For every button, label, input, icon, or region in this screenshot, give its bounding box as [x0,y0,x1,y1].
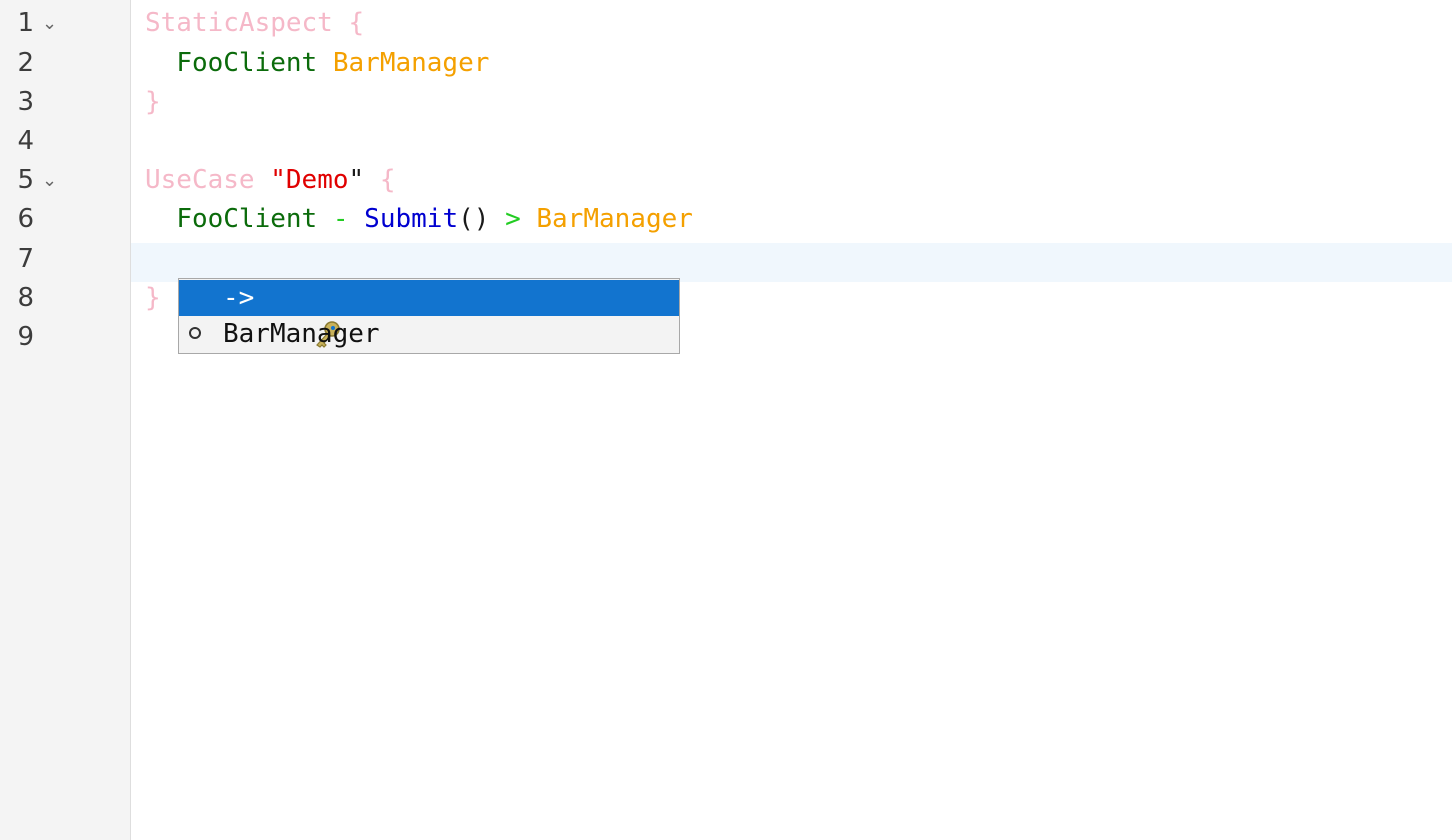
line-number: 2 [17,48,34,78]
keyword-token: StaticAspect [145,8,333,38]
current-line-highlight [131,243,1452,282]
code-line-8[interactable]: } [145,279,161,318]
autocomplete-item-label: BarManager [223,319,380,349]
code-editor[interactable]: 1 ⌄ 2 3 4 5 ⌄ 6 7 8 9 StaticAspect { Foo… [0,0,1452,840]
line-number: 1 [17,8,34,38]
quote-token: " [348,165,365,195]
autocomplete-item-label: -> [223,283,255,313]
line-number-gutter: 1 ⌄ 2 3 4 5 ⌄ 6 7 8 9 [0,0,131,840]
method-token: Submit [364,204,459,234]
line-number: 5 [17,165,34,195]
brace-token: { [348,8,365,38]
quote-token: " [270,165,286,195]
fold-chevron-icon[interactable]: ⌄ [42,161,57,200]
parens-token: () [458,204,490,234]
autocomplete-item-barmanager[interactable]: BarManager [179,316,679,352]
identifier-token: FooClient [176,48,318,78]
line-number: 4 [17,126,34,156]
brace-token: { [379,165,396,195]
line-number: 8 [17,283,34,313]
autocomplete-popup: -> BarManager [178,278,680,354]
code-area[interactable]: StaticAspect { FooClient BarManager } Us… [131,0,1452,840]
identifier-token: BarManager [332,48,490,78]
identifier-token: FooClient [176,204,318,234]
fold-chevron-icon[interactable]: ⌄ [42,4,57,43]
code-line-2[interactable]: FooClient BarManager [145,44,489,83]
dash-token: - [332,204,349,234]
keyword-token: UseCase [145,165,255,195]
line-number: 6 [17,204,34,234]
line-number: 9 [17,322,34,352]
string-token: Demo [285,165,349,195]
code-line-5[interactable]: UseCase "Demo" { [145,161,395,200]
line-number: 3 [17,87,34,117]
autocomplete-item-arrow[interactable]: -> [179,280,679,348]
brace-token: } [145,87,161,117]
identifier-token: BarManager [536,204,693,234]
circle-icon [189,327,201,339]
key-icon [187,280,340,348]
code-line-3[interactable]: } [145,83,161,122]
code-line-6[interactable]: FooClient - Submit() > BarManager [145,200,693,239]
brace-token: } [145,283,161,313]
line-number: 7 [17,244,34,274]
arrow-token: > [505,204,521,234]
code-line-1[interactable]: StaticAspect { [145,4,364,43]
